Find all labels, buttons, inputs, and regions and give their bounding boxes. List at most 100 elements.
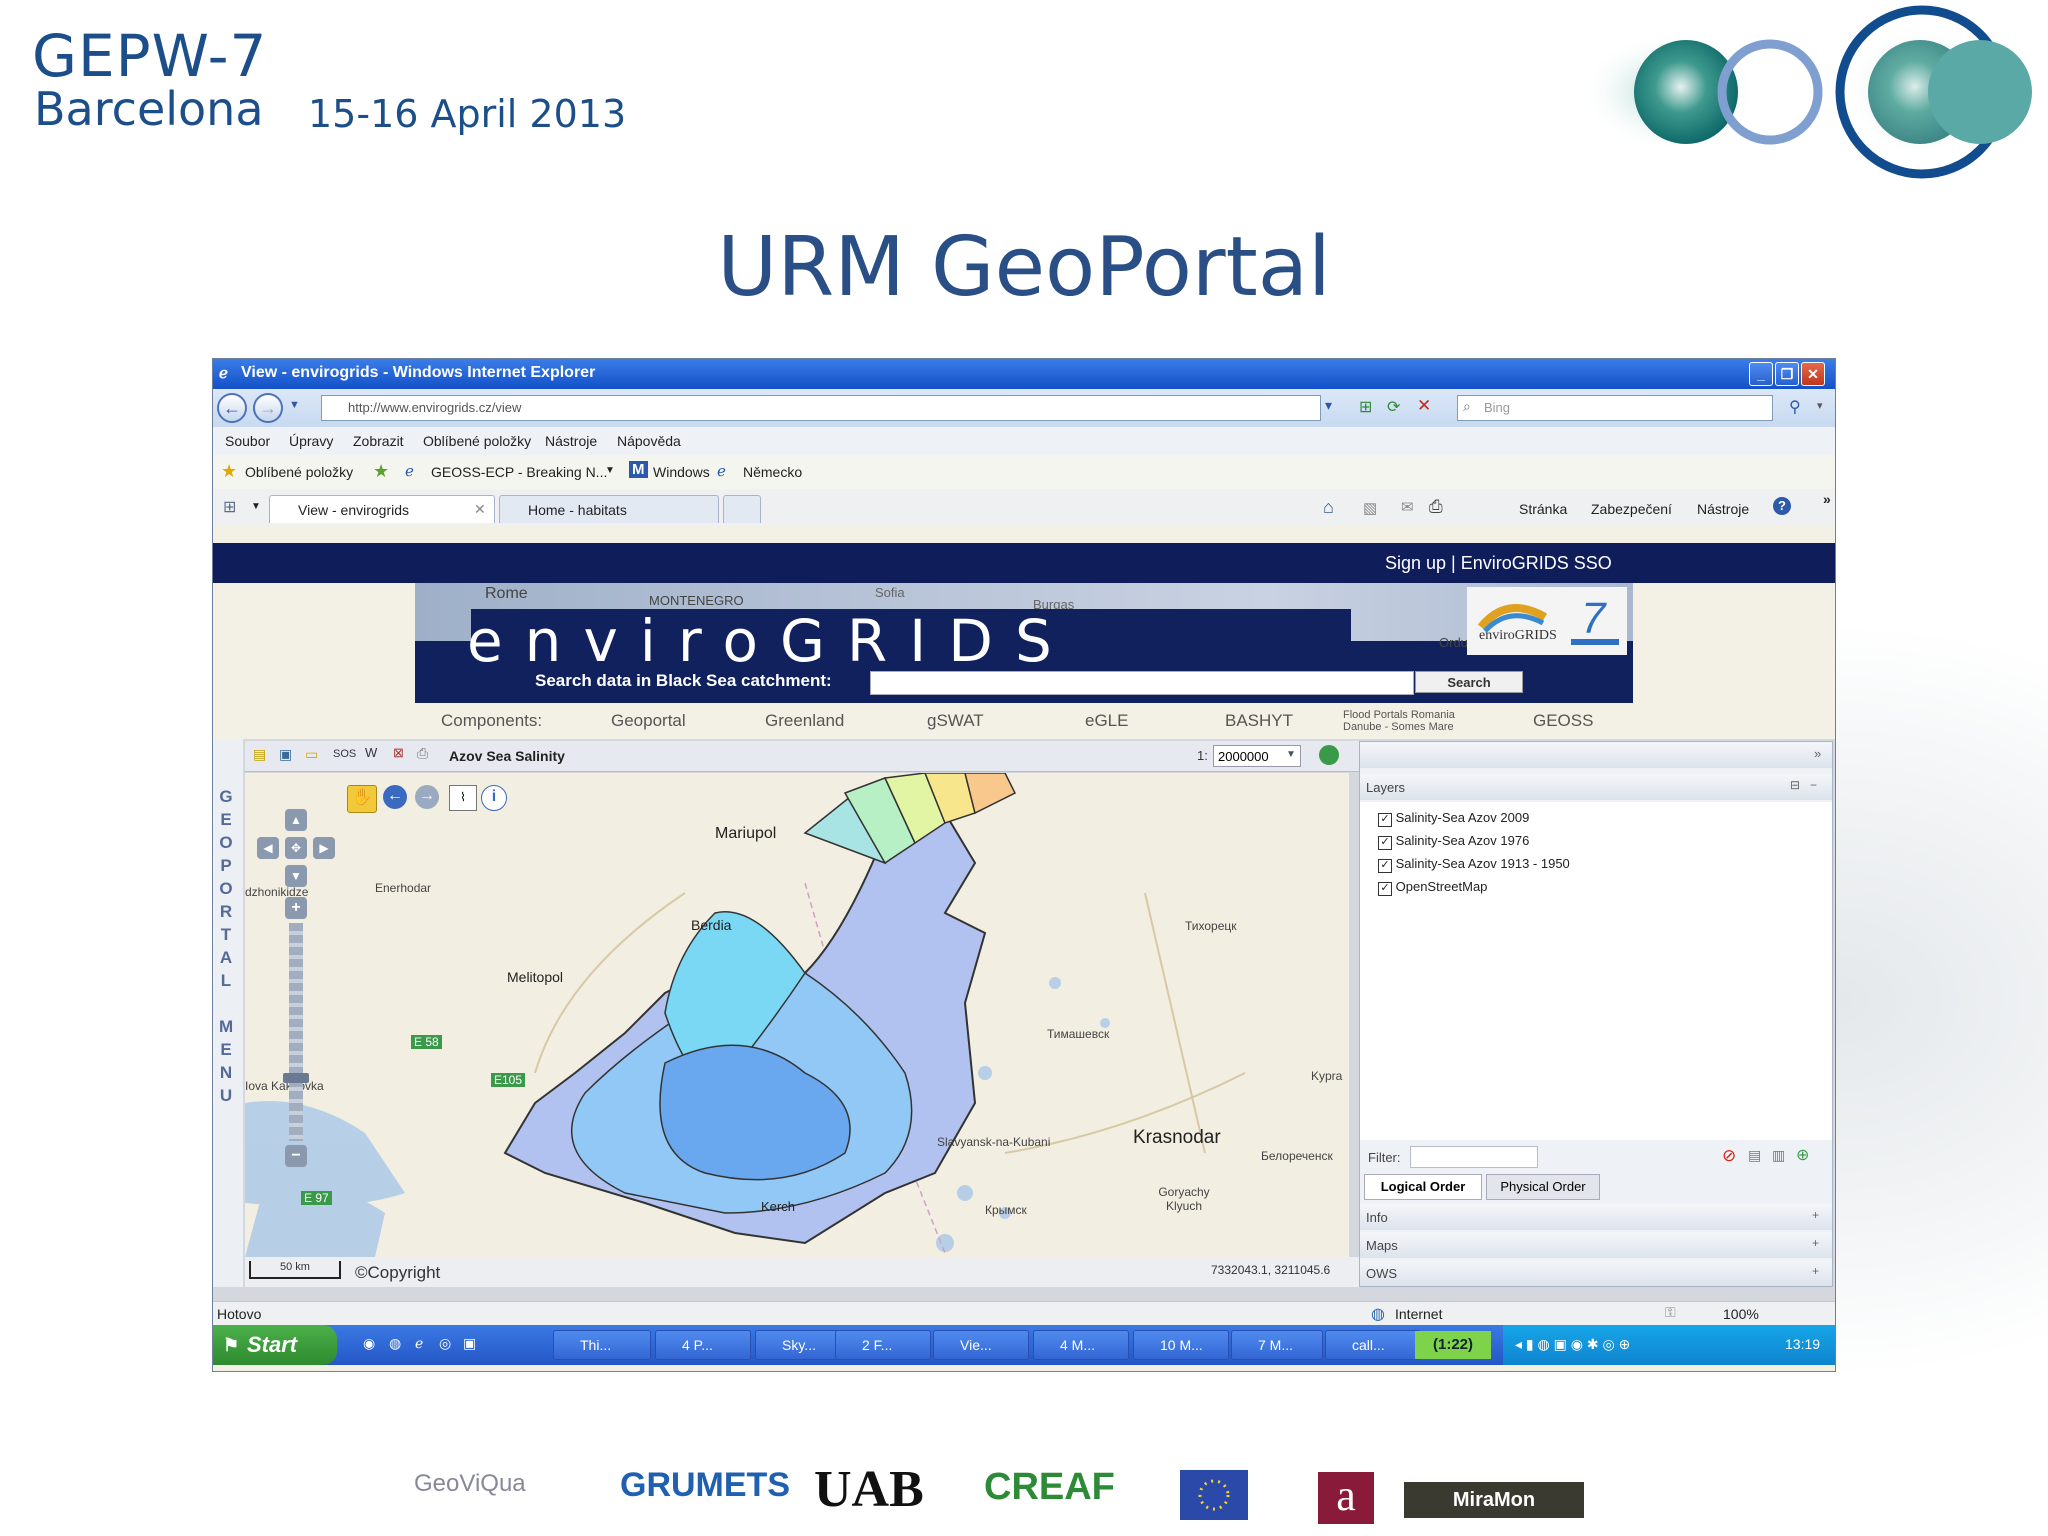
- layer-item[interactable]: ✓ OpenStreetMap: [1378, 879, 1487, 896]
- add-layer-icon[interactable]: ⊕: [1796, 1145, 1809, 1165]
- wfs-icon[interactable]: W: [365, 745, 377, 760]
- taskbar-item[interactable]: Thi...: [553, 1330, 651, 1360]
- favorites-button[interactable]: Oblíbené položky: [245, 464, 353, 480]
- mail-icon[interactable]: ✉: [1401, 498, 1414, 516]
- catchment-search-button[interactable]: Search: [1415, 671, 1523, 693]
- component-geoss[interactable]: GEOSS: [1533, 711, 1593, 731]
- quick-tabs-icon[interactable]: ⊞: [223, 497, 236, 517]
- quicklaunch-ie-icon[interactable]: ℯ: [415, 1335, 423, 1352]
- ows-section[interactable]: OWS +: [1360, 1260, 1832, 1286]
- component-greenland[interactable]: Greenland: [765, 711, 844, 731]
- feeds-icon[interactable]: ▧: [1363, 499, 1377, 517]
- favorite-dropdown-icon[interactable]: ▼: [605, 465, 615, 476]
- measure-icon[interactable]: ⌇: [449, 785, 477, 811]
- geoportal-side-menu[interactable]: G E O P O R T A L M E N U: [219, 785, 233, 1107]
- close-button[interactable]: ✕: [1801, 362, 1825, 386]
- pan-hand-icon[interactable]: ✋: [347, 785, 377, 813]
- help-icon[interactable]: ?: [1773, 497, 1791, 515]
- menu-soubor[interactable]: Soubor: [225, 433, 270, 449]
- search-options-icon[interactable]: ▾: [1817, 399, 1823, 412]
- delete-icon[interactable]: ▥: [1772, 1147, 1785, 1164]
- taskbar-item[interactable]: 4 P...: [655, 1330, 751, 1360]
- component-egle[interactable]: eGLE: [1085, 711, 1128, 731]
- zoom-level[interactable]: 100%: [1723, 1306, 1759, 1322]
- clock[interactable]: 13:19: [1785, 1336, 1820, 1352]
- quicklaunch-desktop-icon[interactable]: ▣: [463, 1335, 476, 1352]
- layer-checkbox[interactable]: ✓: [1378, 859, 1392, 873]
- search-box[interactable]: Bing: [1457, 395, 1773, 421]
- taskbar-item[interactable]: Vie...: [933, 1330, 1029, 1360]
- menu-zobrazit[interactable]: Zobrazit: [353, 433, 404, 449]
- tab-view-envirogrids[interactable]: View - envirogrids ✕: [269, 495, 495, 523]
- zoom-slider[interactable]: [289, 923, 303, 1141]
- collapse-panel-icon[interactable]: »: [1814, 746, 1821, 761]
- taskbar-item[interactable]: 7 M...: [1231, 1330, 1323, 1360]
- zoom-out-icon[interactable]: −: [285, 1145, 307, 1167]
- address-dropdown-icon[interactable]: ▾: [1325, 397, 1332, 414]
- taskbar-item[interactable]: 4 M...: [1033, 1330, 1129, 1360]
- open-folder-icon[interactable]: ▭: [305, 746, 318, 763]
- taskbar-item[interactable]: 10 M...: [1133, 1330, 1229, 1360]
- menu-oblibene[interactable]: Oblíbené položky: [423, 433, 531, 449]
- catchment-search-input[interactable]: [870, 671, 1414, 695]
- tab-physical-order[interactable]: Physical Order: [1486, 1174, 1600, 1200]
- security-zone[interactable]: Internet: [1395, 1306, 1442, 1322]
- history-back-icon[interactable]: ←: [383, 785, 407, 809]
- protected-mode-icon[interactable]: ⚿: [1665, 1304, 1676, 1321]
- document-icon[interactable]: ▤: [1748, 1147, 1761, 1164]
- compatibility-icon[interactable]: ⊞: [1359, 397, 1372, 417]
- favorite-link-geoss[interactable]: GEOSS-ECP - Breaking N...: [431, 464, 607, 480]
- back-button[interactable]: ←: [217, 393, 247, 423]
- taskbar-item[interactable]: call...: [1325, 1330, 1421, 1360]
- pan-right-icon[interactable]: ▶: [313, 837, 335, 859]
- zoom-in-icon[interactable]: +: [285, 897, 307, 919]
- layer-checkbox[interactable]: ✓: [1378, 836, 1392, 850]
- new-map-icon[interactable]: ▤: [253, 746, 266, 763]
- clear-filter-icon[interactable]: ⊘: [1722, 1146, 1736, 1166]
- sos-button[interactable]: SOS: [333, 748, 356, 760]
- pan-left-icon[interactable]: ◀: [257, 837, 279, 859]
- new-tab-button[interactable]: [723, 495, 761, 523]
- layer-checkbox[interactable]: ✓: [1378, 813, 1392, 827]
- add-favorite-icon[interactable]: ★: [373, 461, 389, 482]
- component-bashyt[interactable]: BASHYT: [1225, 711, 1293, 731]
- globe-icon[interactable]: [1319, 745, 1339, 765]
- expand-icon[interactable]: +: [1812, 1208, 1819, 1222]
- tab-close-icon[interactable]: ✕: [474, 501, 486, 518]
- scale-select[interactable]: 2000000 ▼: [1213, 745, 1301, 767]
- pan-down-icon[interactable]: ▼: [285, 865, 307, 887]
- minimize-button[interactable]: _: [1749, 362, 1773, 386]
- command-page[interactable]: Stránka: [1519, 501, 1567, 517]
- chevron-more-icon[interactable]: »: [1823, 491, 1831, 507]
- tab-list-icon[interactable]: ▼: [251, 501, 261, 512]
- expand-icon[interactable]: +: [1812, 1236, 1819, 1250]
- tab-home-habitats[interactable]: Home - habitats: [499, 495, 719, 523]
- expand-icon[interactable]: +: [1812, 1264, 1819, 1278]
- quicklaunch-chrome-icon[interactable]: ◉: [363, 1335, 375, 1352]
- print-map-icon[interactable]: ⎙: [417, 745, 428, 762]
- signup-link[interactable]: Sign up | EnviroGRIDS SSO: [1385, 553, 1612, 574]
- layer-item[interactable]: ✓ Salinity-Sea Azov 1913 - 1950: [1378, 856, 1570, 873]
- info-section[interactable]: Info +: [1360, 1204, 1832, 1230]
- quicklaunch-firefox-icon[interactable]: ◍: [389, 1335, 401, 1352]
- tray-icons[interactable]: ◂ ▮ ◍ ▣ ◉ ✱ ◎ ⊕: [1515, 1336, 1630, 1353]
- copyright-text[interactable]: ©Copyright: [355, 1263, 440, 1283]
- zoom-slider-handle[interactable]: [283, 1073, 309, 1083]
- info-icon[interactable]: i: [481, 785, 507, 811]
- layers-toggle-icon[interactable]: ⊟: [1790, 778, 1800, 792]
- stop-icon[interactable]: ✕: [1417, 396, 1431, 416]
- layer-item[interactable]: ✓ Salinity-Sea Azov 2009: [1378, 810, 1529, 827]
- taskbar-item[interactable]: 2 F...: [835, 1330, 931, 1360]
- print-icon[interactable]: ⎙: [1429, 497, 1443, 517]
- favorite-link-nemecko[interactable]: Německo: [743, 464, 802, 480]
- home-icon[interactable]: ⌂: [1323, 497, 1334, 518]
- wms-icon[interactable]: ⊠: [393, 745, 404, 761]
- pan-up-icon[interactable]: ▲: [285, 809, 307, 831]
- layer-item[interactable]: ✓ Salinity-Sea Azov 1976: [1378, 833, 1529, 850]
- refresh-icon[interactable]: ⟳: [1387, 397, 1400, 417]
- layers-minimize-icon[interactable]: −: [1810, 778, 1817, 792]
- filter-input[interactable]: [1410, 1146, 1538, 1168]
- history-forward-icon[interactable]: →: [415, 785, 439, 809]
- maps-section[interactable]: Maps +: [1360, 1232, 1832, 1258]
- menu-upravy[interactable]: Úpravy: [289, 433, 333, 449]
